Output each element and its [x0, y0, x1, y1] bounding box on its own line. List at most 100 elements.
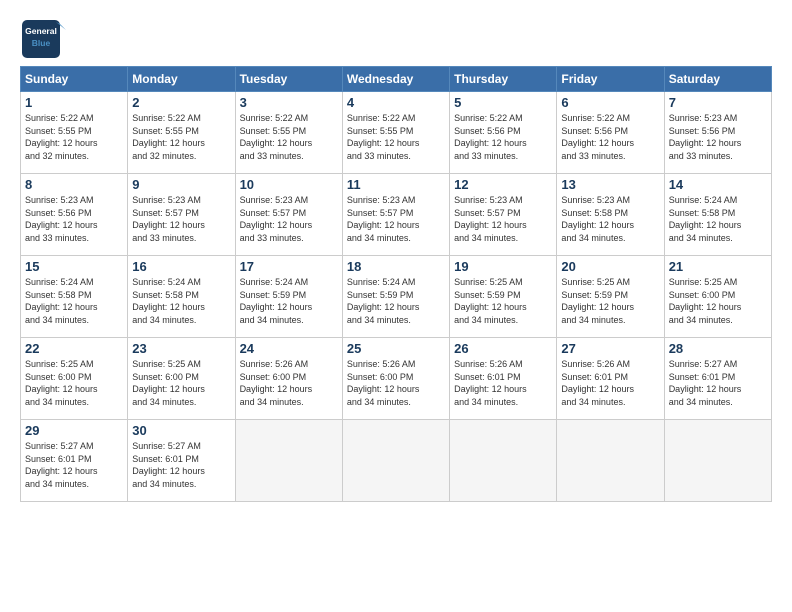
day-info: Sunrise: 5:22 AM Sunset: 5:55 PM Dayligh…	[132, 112, 230, 162]
calendar-cell: 15 Sunrise: 5:24 AM Sunset: 5:58 PM Dayli…	[21, 256, 128, 338]
day-number: 15	[25, 259, 123, 274]
calendar-cell: 23 Sunrise: 5:25 AM Sunset: 6:00 PM Dayli…	[128, 338, 235, 420]
calendar-cell: 30 Sunrise: 5:27 AM Sunset: 6:01 PM Dayli…	[128, 420, 235, 502]
day-info: Sunrise: 5:24 AM Sunset: 5:58 PM Dayligh…	[669, 194, 767, 244]
page: General Blue SundayMondayTuesdayWednesda…	[0, 0, 792, 612]
day-number: 23	[132, 341, 230, 356]
calendar-cell: 13 Sunrise: 5:23 AM Sunset: 5:58 PM Dayli…	[557, 174, 664, 256]
weekday-header-row: SundayMondayTuesdayWednesdayThursdayFrid…	[21, 67, 772, 92]
day-info: Sunrise: 5:25 AM Sunset: 5:59 PM Dayligh…	[454, 276, 552, 326]
day-info: Sunrise: 5:24 AM Sunset: 5:58 PM Dayligh…	[132, 276, 230, 326]
calendar-row-1: 8 Sunrise: 5:23 AM Sunset: 5:56 PM Daylig…	[21, 174, 772, 256]
calendar-cell: 10 Sunrise: 5:23 AM Sunset: 5:57 PM Dayli…	[235, 174, 342, 256]
calendar-cell: 3 Sunrise: 5:22 AM Sunset: 5:55 PM Daylig…	[235, 92, 342, 174]
calendar-cell: 8 Sunrise: 5:23 AM Sunset: 5:56 PM Daylig…	[21, 174, 128, 256]
day-number: 28	[669, 341, 767, 356]
calendar-cell: 21 Sunrise: 5:25 AM Sunset: 6:00 PM Dayli…	[664, 256, 771, 338]
calendar-cell: 12Sunrise: 5:23 AM Sunset: 5:57 PM Dayli…	[450, 174, 557, 256]
svg-text:General: General	[25, 26, 57, 36]
day-info: Sunrise: 5:26 AM Sunset: 6:01 PM Dayligh…	[561, 358, 659, 408]
calendar-row-4: 29 Sunrise: 5:27 AM Sunset: 6:01 PM Dayli…	[21, 420, 772, 502]
day-info: Sunrise: 5:23 AM Sunset: 5:57 PM Dayligh…	[347, 194, 445, 244]
day-number: 18	[347, 259, 445, 274]
calendar-table: SundayMondayTuesdayWednesdayThursdayFrid…	[20, 66, 772, 502]
day-number: 9	[132, 177, 230, 192]
calendar-cell: 6 Sunrise: 5:22 AM Sunset: 5:56 PM Daylig…	[557, 92, 664, 174]
day-number: 21	[669, 259, 767, 274]
day-info: Sunrise: 5:25 AM Sunset: 6:00 PM Dayligh…	[25, 358, 123, 408]
day-info: Sunrise: 5:22 AM Sunset: 5:56 PM Dayligh…	[561, 112, 659, 162]
weekday-saturday: Saturday	[664, 67, 771, 92]
weekday-friday: Friday	[557, 67, 664, 92]
day-number: 26	[454, 341, 552, 356]
day-number: 3	[240, 95, 338, 110]
day-number: 29	[25, 423, 123, 438]
day-number: 14	[669, 177, 767, 192]
calendar-cell: 9 Sunrise: 5:23 AM Sunset: 5:57 PM Daylig…	[128, 174, 235, 256]
day-info: Sunrise: 5:25 AM Sunset: 6:00 PM Dayligh…	[132, 358, 230, 408]
calendar-cell: 14 Sunrise: 5:24 AM Sunset: 5:58 PM Dayli…	[664, 174, 771, 256]
day-info: Sunrise: 5:23 AM Sunset: 5:57 PM Dayligh…	[132, 194, 230, 244]
calendar-cell	[450, 420, 557, 502]
day-number: 27	[561, 341, 659, 356]
calendar-cell: 18 Sunrise: 5:24 AM Sunset: 5:59 PM Dayli…	[342, 256, 449, 338]
weekday-monday: Monday	[128, 67, 235, 92]
day-info: Sunrise: 5:22 AM Sunset: 5:55 PM Dayligh…	[25, 112, 123, 162]
calendar-cell: 24Sunrise: 5:26 AM Sunset: 6:00 PM Dayli…	[235, 338, 342, 420]
calendar-cell: 5 Sunrise: 5:22 AM Sunset: 5:56 PM Daylig…	[450, 92, 557, 174]
logo-svg: General Blue	[20, 18, 70, 60]
day-info: Sunrise: 5:23 AM Sunset: 5:58 PM Dayligh…	[561, 194, 659, 244]
day-number: 8	[25, 177, 123, 192]
weekday-thursday: Thursday	[450, 67, 557, 92]
calendar-cell	[557, 420, 664, 502]
day-info: Sunrise: 5:27 AM Sunset: 6:01 PM Dayligh…	[669, 358, 767, 408]
day-number: 6	[561, 95, 659, 110]
day-number: 13	[561, 177, 659, 192]
calendar-row-2: 15 Sunrise: 5:24 AM Sunset: 5:58 PM Dayli…	[21, 256, 772, 338]
day-info: Sunrise: 5:24 AM Sunset: 5:59 PM Dayligh…	[347, 276, 445, 326]
day-info: Sunrise: 5:23 AM Sunset: 5:56 PM Dayligh…	[25, 194, 123, 244]
day-number: 16	[132, 259, 230, 274]
calendar-cell	[235, 420, 342, 502]
day-number: 2	[132, 95, 230, 110]
calendar-cell	[342, 420, 449, 502]
day-number: 17	[240, 259, 338, 274]
day-info: Sunrise: 5:23 AM Sunset: 5:57 PM Dayligh…	[240, 194, 338, 244]
day-number: 5	[454, 95, 552, 110]
day-number: 20	[561, 259, 659, 274]
calendar-cell: 4Sunrise: 5:22 AM Sunset: 5:55 PM Daylig…	[342, 92, 449, 174]
day-info: Sunrise: 5:23 AM Sunset: 5:56 PM Dayligh…	[669, 112, 767, 162]
calendar-cell: 19 Sunrise: 5:25 AM Sunset: 5:59 PM Dayli…	[450, 256, 557, 338]
day-info: Sunrise: 5:26 AM Sunset: 6:00 PM Dayligh…	[347, 358, 445, 408]
day-number: 12	[454, 177, 552, 192]
day-number: 30	[132, 423, 230, 438]
day-info: Sunrise: 5:25 AM Sunset: 6:00 PM Dayligh…	[669, 276, 767, 326]
day-info: Sunrise: 5:24 AM Sunset: 5:58 PM Dayligh…	[25, 276, 123, 326]
day-info: Sunrise: 5:22 AM Sunset: 5:55 PM Dayligh…	[347, 112, 445, 162]
calendar-cell: 29 Sunrise: 5:27 AM Sunset: 6:01 PM Dayli…	[21, 420, 128, 502]
calendar-cell: 25 Sunrise: 5:26 AM Sunset: 6:00 PM Dayli…	[342, 338, 449, 420]
day-number: 7	[669, 95, 767, 110]
day-info: Sunrise: 5:26 AM Sunset: 6:00 PM Dayligh…	[240, 358, 338, 408]
weekday-sunday: Sunday	[21, 67, 128, 92]
calendar-cell: 7 Sunrise: 5:23 AM Sunset: 5:56 PM Daylig…	[664, 92, 771, 174]
calendar-cell: 20 Sunrise: 5:25 AM Sunset: 5:59 PM Dayli…	[557, 256, 664, 338]
day-number: 19	[454, 259, 552, 274]
day-info: Sunrise: 5:26 AM Sunset: 6:01 PM Dayligh…	[454, 358, 552, 408]
calendar-cell: 1 Sunrise: 5:22 AM Sunset: 5:55 PM Daylig…	[21, 92, 128, 174]
day-number: 25	[347, 341, 445, 356]
day-info: Sunrise: 5:25 AM Sunset: 5:59 PM Dayligh…	[561, 276, 659, 326]
weekday-tuesday: Tuesday	[235, 67, 342, 92]
day-number: 10	[240, 177, 338, 192]
day-number: 1	[25, 95, 123, 110]
calendar-row-3: 22Sunrise: 5:25 AM Sunset: 6:00 PM Dayli…	[21, 338, 772, 420]
day-info: Sunrise: 5:22 AM Sunset: 5:56 PM Dayligh…	[454, 112, 552, 162]
calendar-cell: 27 Sunrise: 5:26 AM Sunset: 6:01 PM Dayli…	[557, 338, 664, 420]
calendar-cell: 26 Sunrise: 5:26 AM Sunset: 6:01 PM Dayli…	[450, 338, 557, 420]
day-info: Sunrise: 5:27 AM Sunset: 6:01 PM Dayligh…	[25, 440, 123, 490]
day-info: Sunrise: 5:22 AM Sunset: 5:55 PM Dayligh…	[240, 112, 338, 162]
day-info: Sunrise: 5:27 AM Sunset: 6:01 PM Dayligh…	[132, 440, 230, 490]
calendar-cell: 11Sunrise: 5:23 AM Sunset: 5:57 PM Dayli…	[342, 174, 449, 256]
calendar-row-0: 1 Sunrise: 5:22 AM Sunset: 5:55 PM Daylig…	[21, 92, 772, 174]
calendar-cell: 22Sunrise: 5:25 AM Sunset: 6:00 PM Dayli…	[21, 338, 128, 420]
